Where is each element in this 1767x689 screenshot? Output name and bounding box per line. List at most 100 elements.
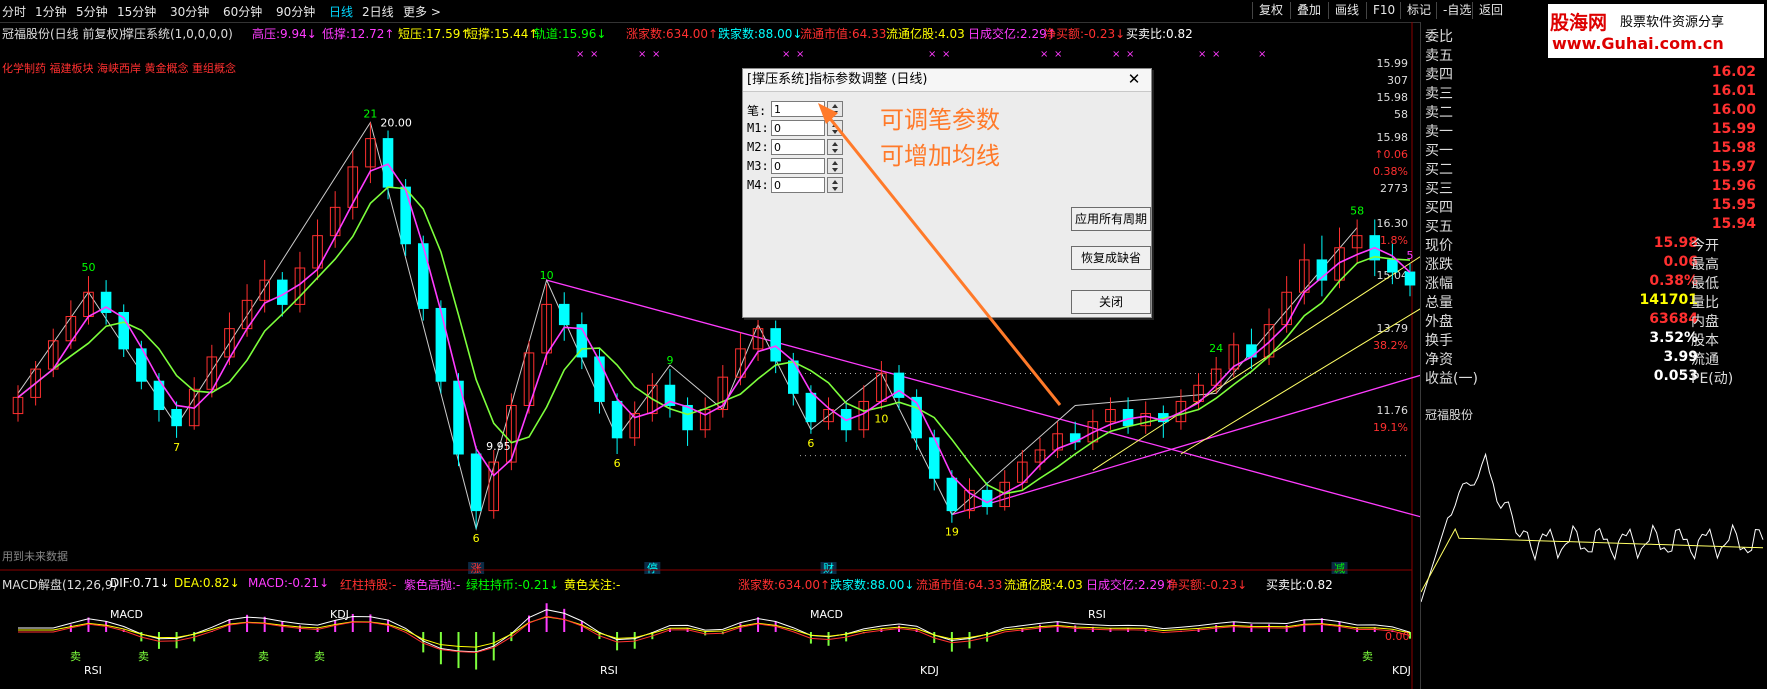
param-input-1[interactable]: 0: [771, 120, 825, 136]
param-spinner-icon-2[interactable]: [827, 139, 843, 155]
macd-stat-value: 4.03: [1056, 578, 1083, 592]
toolbar-button-2[interactable]: 画线: [1328, 2, 1365, 19]
macd-stat-label: 净买额:: [1166, 578, 1207, 592]
concepts-text: 化学制药 福建板块 海峡西岸 黄金概念 重组概念: [2, 62, 236, 75]
toolbar-button-0[interactable]: 复权: [1252, 2, 1289, 19]
price-axis-label-12: 38.2%: [1373, 339, 1408, 352]
macd-stat-14: 买卖比:0.82: [1266, 576, 1333, 593]
macd-stat-value: -0.21↓: [518, 578, 560, 592]
mini-chart-title: 冠福股份: [1425, 408, 1474, 422]
price-axis-label-6: 0.38%: [1373, 165, 1408, 178]
signal-x-mark-8: ×: [1040, 49, 1048, 60]
quote-label: 换手: [1425, 333, 1453, 349]
period-tab-8[interactable]: 2日线: [362, 3, 394, 20]
macd-stat-2: DEA:0.82↓: [174, 576, 240, 590]
period-tab-9[interactable]: 更多 >: [403, 3, 441, 20]
param-spinner-icon-1[interactable]: [827, 120, 843, 136]
ma-line-magenta: [17, 163, 1411, 504]
param-input-3[interactable]: 0: [771, 158, 825, 174]
toolbar-button-3[interactable]: F10: [1366, 2, 1401, 19]
candle-body-55[interactable]: [981, 489, 993, 508]
candle-body-23[interactable]: [417, 243, 429, 309]
signal-label-9: 卖: [138, 650, 149, 663]
period-tab-6[interactable]: 90分钟: [276, 3, 315, 20]
candle-body-31[interactable]: [558, 303, 570, 326]
dialog-titlebar[interactable]: [撑压系统]指标参数调整 (日线) ✕: [743, 69, 1151, 92]
candle-body-43[interactable]: [770, 328, 781, 362]
candle-body-34[interactable]: [611, 400, 623, 439]
dialog-close-icon[interactable]: ✕: [1125, 70, 1143, 88]
macd-stat-label: 红柱持股:: [340, 578, 393, 592]
price-axis-label-0: 15.99: [1377, 57, 1409, 70]
restore-defaults-button[interactable]: 恢复成缺省: [1071, 246, 1151, 270]
event-marker-3[interactable]: 减: [1334, 562, 1345, 575]
candle-body-79[interactable]: [1404, 271, 1416, 286]
macd-stat-10: 流通市值:64.33: [916, 576, 1002, 593]
candle-body-9[interactable]: [171, 409, 182, 427]
event-marker-0[interactable]: 涨: [471, 562, 482, 575]
period-tab-3[interactable]: 15分钟: [117, 3, 156, 20]
macd-stat-label: 买卖比:: [1266, 578, 1307, 592]
candle-body-63[interactable]: [1122, 409, 1134, 427]
param-label-4: M4:: [747, 178, 769, 192]
toolbar-button-1[interactable]: 叠加: [1290, 2, 1327, 19]
candle-body-78[interactable]: [1387, 259, 1398, 273]
period-tab-2[interactable]: 5分钟: [76, 3, 108, 20]
toolbar-button-6[interactable]: 返回: [1472, 2, 1509, 19]
price-axis-label-2: 15.98: [1377, 91, 1409, 104]
period-tab-0[interactable]: 分时: [2, 3, 26, 20]
candle-body-24[interactable]: [435, 307, 447, 382]
period-tab-4[interactable]: 30分钟: [170, 3, 209, 20]
macd-stat-0: MACD解盘(12,26,9): [2, 576, 117, 593]
param-input-4[interactable]: 0: [771, 177, 825, 193]
macd-stat-11: 流通亿股:4.03: [1004, 576, 1083, 593]
toolbar-button-4[interactable]: 标记: [1400, 2, 1437, 19]
quote-extra-label: 股本: [1691, 333, 1719, 349]
quote-extra-label: 流通: [1691, 352, 1719, 368]
param-spinner-icon-0[interactable]: [827, 101, 843, 117]
quote-value: 15.94: [1711, 216, 1756, 232]
pivot-label-8: 9: [666, 354, 673, 367]
macd-stat-value: 0.82: [1306, 578, 1333, 592]
pivot-label-4: 6: [473, 532, 480, 545]
param-spinner-icon-3[interactable]: [827, 158, 843, 174]
param-input-2[interactable]: 0: [771, 139, 825, 155]
period-tab-1[interactable]: 1分钟: [35, 3, 67, 20]
quote-extra-label: 今开: [1691, 238, 1719, 254]
signal-label-10: 卖: [258, 650, 269, 663]
intraday-price-line: [1421, 452, 1764, 603]
candle-body-45[interactable]: [805, 392, 817, 423]
signal-x-mark-2: ×: [638, 49, 646, 60]
price-axis-label-7: 2773: [1380, 182, 1408, 195]
candle-body-33[interactable]: [594, 356, 605, 402]
quote-value: 16.02: [1711, 64, 1756, 80]
period-tab-5[interactable]: 60分钟: [223, 3, 262, 20]
candle-body-22[interactable]: [400, 186, 411, 245]
signal-x-mark-0: ×: [576, 49, 584, 60]
pivot-label-5: 9.95: [486, 440, 511, 453]
pivot-label-14: 58: [1350, 204, 1364, 217]
event-marker-1[interactable]: 停: [647, 561, 658, 575]
quote-value: 15.97: [1711, 159, 1756, 175]
pivot-label-1: 7: [173, 441, 180, 454]
event-marker-2[interactable]: 财: [823, 561, 834, 575]
signal-line: [18, 615, 1411, 653]
quote-label: 委比: [1425, 29, 1453, 45]
candle-body-26[interactable]: [470, 453, 482, 512]
annotation-line-1: 可调笔参数: [880, 106, 1000, 134]
param-spinner-icon-4[interactable]: [827, 177, 843, 193]
period-tab-7[interactable]: 日线: [329, 3, 353, 20]
param-input-0[interactable]: 1: [771, 101, 825, 117]
candle-body-53[interactable]: [946, 477, 958, 512]
macd-stat-6: 绿柱持币:-0.21↓: [466, 576, 559, 593]
pivot-label-10: 6: [807, 437, 814, 450]
signal-x-mark-3: ×: [652, 49, 660, 60]
intraday-mini-chart[interactable]: [1421, 422, 1767, 687]
candle-body-21[interactable]: [382, 138, 394, 188]
quote-extra-label: 量比: [1691, 295, 1719, 311]
close-button[interactable]: 关闭: [1071, 290, 1151, 314]
apply-all-periods-button[interactable]: 应用所有周期: [1071, 207, 1151, 231]
quote-row-18: 收益(一) 0.053 PE(动): [1421, 368, 1767, 392]
macd-stat-value: 88.00↓: [870, 578, 915, 592]
macd-stat-label: DIF:: [110, 576, 133, 590]
